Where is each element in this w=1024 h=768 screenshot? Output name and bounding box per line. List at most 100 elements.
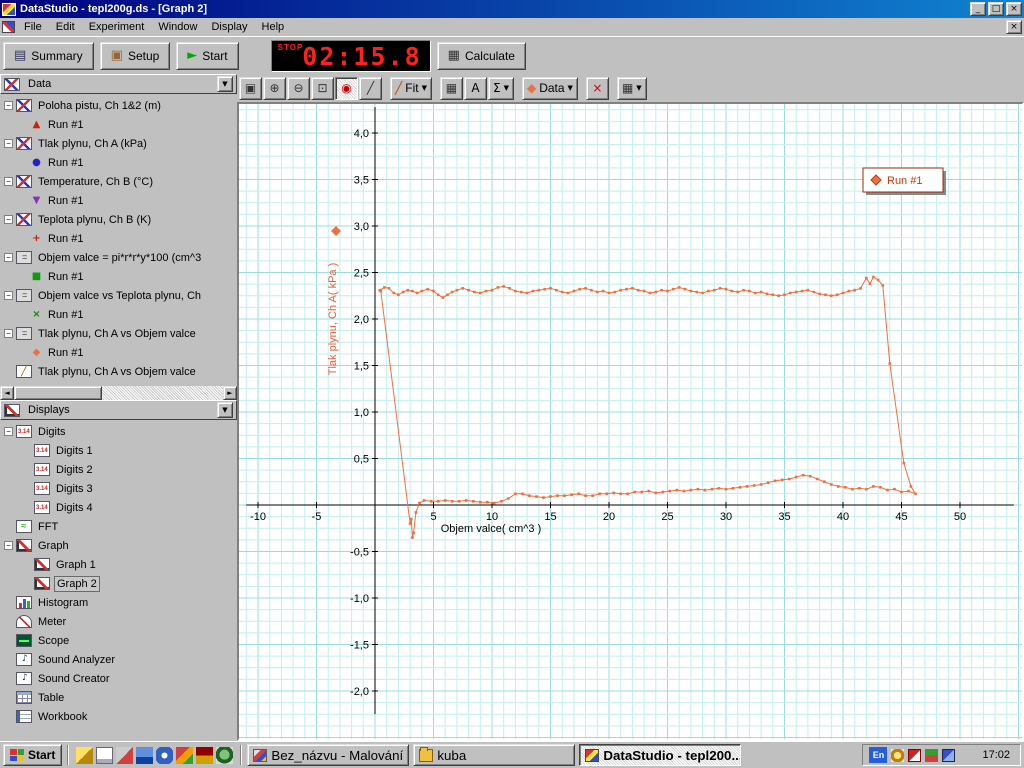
start-menu-button[interactable]: Start [3,744,63,766]
displays-panel-dropdown-button[interactable]: ▼ [217,402,233,418]
run-item[interactable]: × Run #1 [0,305,237,324]
data-menu-button[interactable]: ◆ Data ▼ [521,76,578,100]
zoom-in-button[interactable]: ⊕ [263,76,286,100]
display-item[interactable]: − Digits [0,422,237,441]
run-item[interactable]: + Run #1 [0,229,237,248]
task-button[interactable]: DataStudio - tepl200... [579,744,742,766]
run-item[interactable]: ■ Run #1 [0,267,237,286]
display-item[interactable]: Digits 4 [0,498,237,517]
collapse-icon[interactable]: − [4,291,13,300]
display-item[interactable]: FFT [0,517,237,536]
quicklaunch-icon[interactable] [156,746,174,764]
tray-icon[interactable] [925,748,939,762]
scale-to-fit-button[interactable]: ▣ [239,76,262,100]
tray-icon[interactable] [959,749,972,762]
display-item[interactable]: Graph 2 [0,574,237,593]
data-item[interactable]: − Tlak plynu, Ch A vs Objem valce [0,324,237,343]
menu-help[interactable]: Help [255,19,292,35]
quick-launch [74,746,235,764]
scroll-left-button[interactable]: ◄ [0,386,14,400]
data-tree-hscrollbar[interactable]: ◄ ► [0,386,237,400]
quicklaunch-icon[interactable] [76,746,94,764]
run-item[interactable]: ▼ Run #1 [0,191,237,210]
calculate-button[interactable]: ▦ Calculate [436,41,526,70]
display-item-label: Scope [38,634,70,647]
tray-icon[interactable] [942,748,956,762]
run-item[interactable]: ◆ Run #1 [0,343,237,362]
collapse-icon[interactable]: − [4,215,13,224]
collapse-icon[interactable]: − [4,101,13,110]
display-item-label: Digits 3 [56,482,93,495]
graph-canvas[interactable]: -10 -5 5 10 15 20 25 30 35 40 45 50 -2,0 -1,5 -1,0 -0,5… [239,104,1022,739]
x-tick-label: 40 [837,511,849,523]
display-item[interactable]: Workbook [0,707,237,726]
quicklaunch-icon[interactable] [116,746,134,764]
display-item[interactable]: Digits 3 [0,479,237,498]
fit-menu-button[interactable]: ╱ Fit ▼ [390,76,432,100]
display-item[interactable]: Digits 2 [0,460,237,479]
display-item[interactable]: Digits 1 [0,441,237,460]
scrollbar-thumb[interactable] [14,386,102,400]
quicklaunch-icon[interactable] [176,746,194,764]
workbook-icon [16,710,32,723]
menu-display[interactable]: Display [204,19,254,35]
calculator-button[interactable]: ▦ [439,76,463,100]
collapse-icon[interactable]: − [4,139,13,148]
collapse-icon[interactable]: − [4,427,13,436]
delete-button[interactable]: × [585,76,609,100]
summary-button[interactable]: ▤ Summary [3,41,94,70]
data-item[interactable]: − Tlak plynu, Ch A (kPa) [0,134,237,153]
tray-icon[interactable] [891,748,905,762]
menu-file[interactable]: File [17,19,49,35]
display-item[interactable]: Graph 1 [0,555,237,574]
collapse-icon[interactable]: − [4,253,13,262]
menu-experiment[interactable]: Experiment [82,19,152,35]
text-note-icon: A [471,81,480,95]
setup-button[interactable]: ▣ Setup [99,41,171,70]
collapse-icon[interactable]: − [4,541,13,550]
data-item[interactable]: − Objem valce = pi*r*r*y*100 (cm^3 [0,248,237,267]
data-item[interactable]: − Poloha pistu, Ch 1&2 (m) [0,96,237,115]
task-button[interactable]: kuba [413,744,576,766]
quicklaunch-icon[interactable] [216,746,234,764]
language-indicator[interactable]: En [869,747,888,763]
data-item[interactable]: Tlak plynu, Ch A vs Objem valce [0,362,237,381]
maximize-button[interactable]: □ [988,2,1004,16]
data-panel-dropdown-button[interactable]: ▼ [217,76,233,92]
zoom-select-button[interactable]: ⊡ [311,76,334,100]
display-item[interactable]: Scope [0,631,237,650]
tray-icon[interactable] [908,748,922,762]
menu-edit[interactable]: Edit [49,19,82,35]
quicklaunch-icon[interactable] [96,746,114,764]
legend[interactable]: Run #1 [862,167,946,195]
minimize-button[interactable]: _ [970,2,986,16]
text-note-button[interactable]: A [463,76,487,100]
data-panel-title: Data [28,78,52,90]
close-button[interactable]: × [1006,2,1022,16]
run-item[interactable]: ● Run #1 [0,153,237,172]
data-item[interactable]: − Temperature, Ch B (°C) [0,172,237,191]
collapse-icon[interactable]: − [4,329,13,338]
zoom-out-button[interactable]: ⊖ [287,76,310,100]
display-item[interactable]: Meter [0,612,237,631]
quicklaunch-icon[interactable] [196,746,214,764]
display-item[interactable]: Histogram [0,593,237,612]
graph-settings-button[interactable]: ▦ ▼ [616,76,647,100]
display-item[interactable]: − Graph [0,536,237,555]
quicklaunch-icon[interactable] [136,746,154,764]
smart-tool-button[interactable]: ◉ [335,76,358,100]
collapse-icon[interactable]: − [4,177,13,186]
display-item[interactable]: Sound Creator [0,669,237,688]
start-button[interactable]: ► Start [176,41,239,70]
slope-tool-button[interactable]: ╱ [359,76,382,100]
data-item[interactable]: − Objem valce vs Teplota plynu, Ch [0,286,237,305]
task-button[interactable]: Bez_názvu - Malování [247,744,410,766]
display-item[interactable]: Table [0,688,237,707]
run-item[interactable]: ▲ Run #1 [0,115,237,134]
child-close-button[interactable]: × [1006,20,1022,34]
menu-window[interactable]: Window [151,19,204,35]
scroll-right-button[interactable]: ► [223,386,237,400]
display-item[interactable]: Sound Analyzer [0,650,237,669]
statistics-button[interactable]: Σ ▼ [487,76,514,100]
data-item[interactable]: − Teplota plynu, Ch B (K) [0,210,237,229]
